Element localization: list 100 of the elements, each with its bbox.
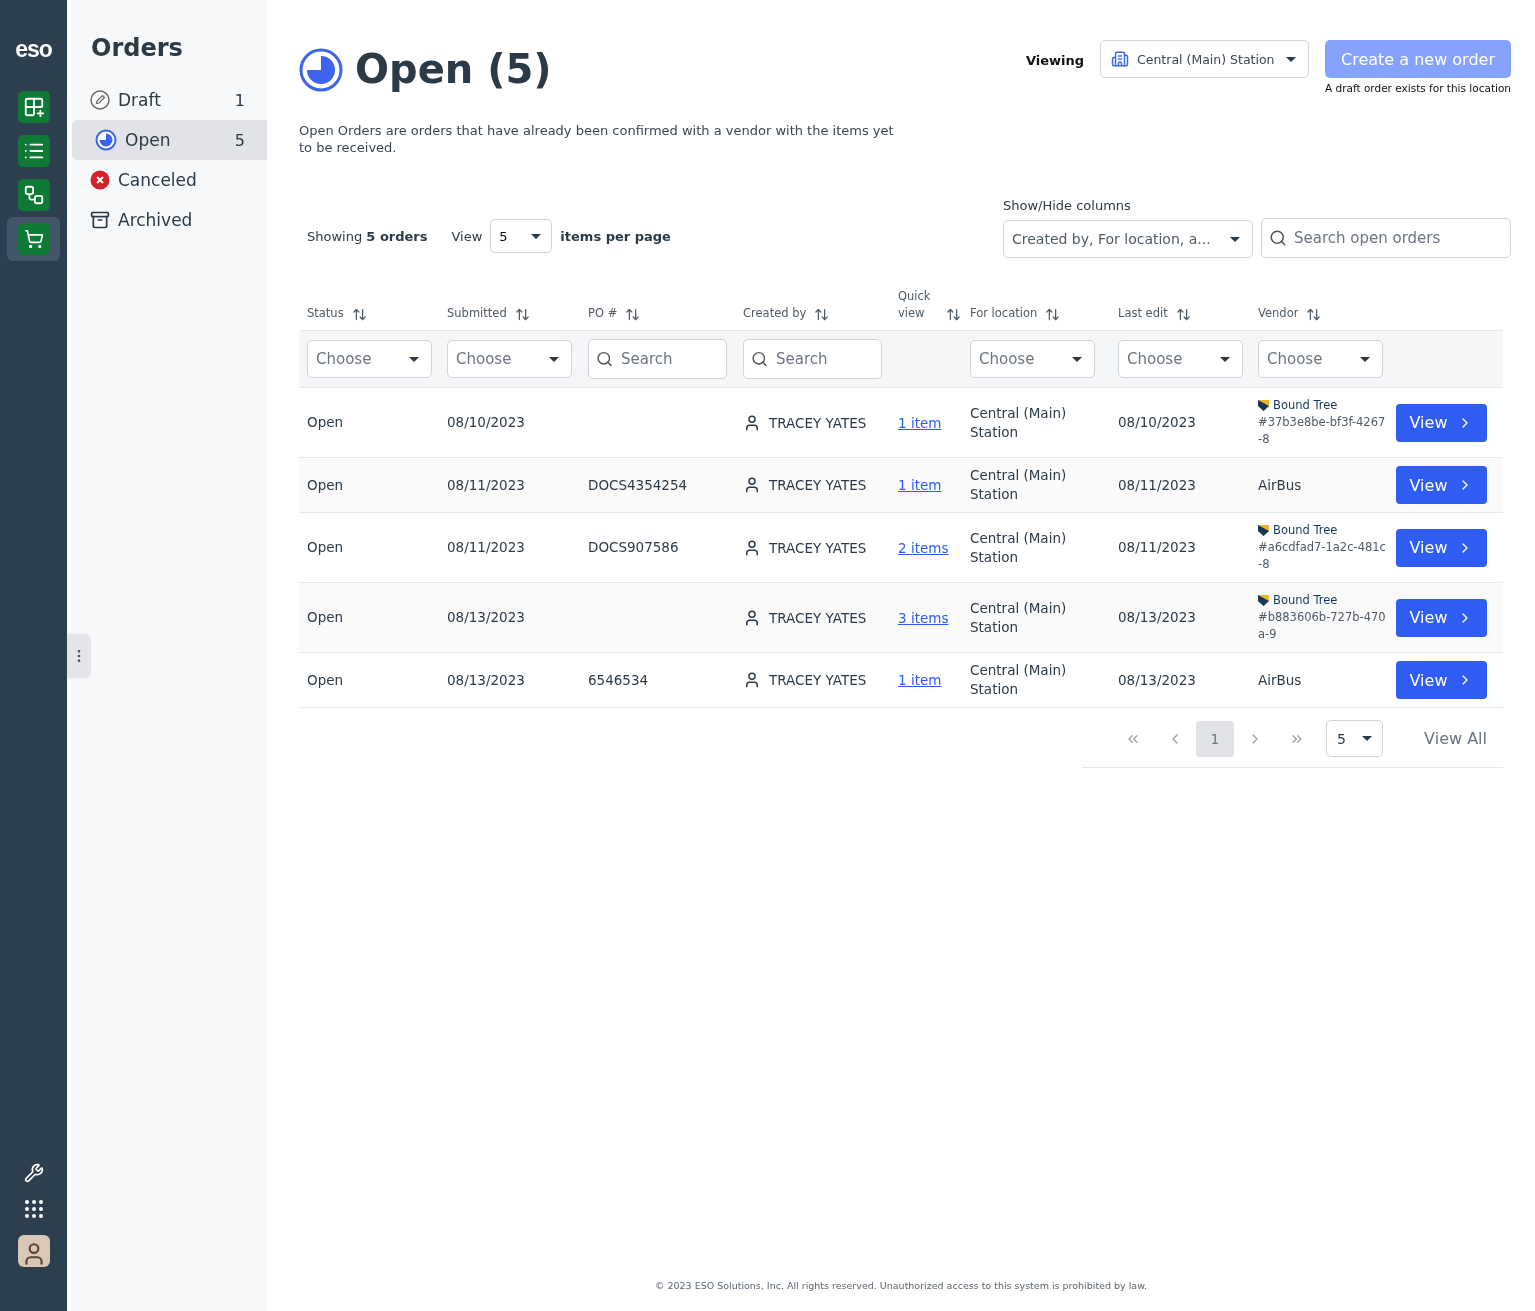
- vendor-name: Bound Tree: [1273, 592, 1338, 607]
- viewing-label: Viewing: [1025, 53, 1084, 68]
- sort-button[interactable]: [1306, 307, 1322, 322]
- po-cell-text: DOCS4354254: [587, 475, 689, 495]
- filter-select[interactable]: Choose: [307, 340, 432, 378]
- view-button[interactable]: View: [1396, 403, 1487, 442]
- shield-logo-icon: [1258, 523, 1269, 536]
- caret-icon: [1360, 356, 1370, 362]
- sort-button[interactable]: [1175, 307, 1191, 322]
- user-icon: [743, 671, 761, 689]
- creator-cell: TRACEY YATES: [769, 477, 867, 493]
- user-icon: [743, 413, 761, 432]
- vendor-id: #b883606b-727b-470a-9: [1258, 608, 1387, 643]
- column-header: Last edit: [1118, 305, 1168, 322]
- column-header: PO #: [588, 305, 618, 322]
- creator-cell: TRACEY YATES: [769, 414, 867, 431]
- status-cell-text: Open: [306, 608, 345, 627]
- showing-count: Showing 5 orders: [307, 228, 428, 244]
- vendor-name: Bound Tree: [1273, 522, 1338, 537]
- wrench-icon: [23, 1163, 44, 1183]
- po-cell-text: 6546534: [587, 670, 650, 690]
- caret-icon: [1362, 736, 1372, 741]
- status-cell-text: Open: [306, 413, 345, 432]
- sort-button[interactable]: [514, 307, 530, 322]
- page-button[interactable]: 1: [1196, 720, 1234, 757]
- column-header: Created by: [743, 305, 807, 322]
- user-icon: [743, 538, 761, 557]
- location-select[interactable]: Central (Main) Station: [1100, 40, 1309, 78]
- submitted-cell-text: 08/10/2023: [446, 413, 526, 432]
- last-edit-cell-text: 08/10/2023: [1117, 413, 1197, 432]
- status-cell-text: Open: [306, 670, 345, 690]
- column-header: For location: [970, 305, 1038, 322]
- location-cell-text: Central (Main) Station: [969, 528, 1068, 567]
- sidebar-item[interactable]: Draft 1: [72, 80, 267, 120]
- vendor-id: #37b3e8be-bf3f-4267-8: [1258, 413, 1387, 448]
- search-field[interactable]: Search open orders: [1261, 218, 1511, 258]
- filter-select[interactable]: Choose: [447, 340, 572, 378]
- view-label: View: [451, 228, 483, 244]
- vendor-cell-text: AirBus: [1257, 670, 1303, 690]
- item-count: 1: [234, 90, 245, 110]
- column-header: Quick view: [898, 288, 932, 322]
- settings-button[interactable]: [23, 1163, 44, 1183]
- quick-view-link[interactable]: 1 item: [898, 477, 942, 493]
- location-cell-text: Central (Main) Station: [969, 598, 1068, 637]
- search-icon: [751, 350, 768, 368]
- creator-cell: TRACEY YATES: [769, 672, 867, 688]
- page-size-select[interactable]: 5: [1326, 720, 1383, 757]
- quick-view-link[interactable]: 3 items: [898, 609, 949, 626]
- view-all-link[interactable]: View All: [1424, 729, 1487, 748]
- sort-button[interactable]: [351, 307, 367, 322]
- vendor-name: Bound Tree: [1273, 397, 1338, 412]
- submitted-cell-text: 08/13/2023: [446, 608, 526, 627]
- copyright-text: © 2023 ESO Solutions, Inc. All rights reserved. Unauthorized access to this system is prohibited by law.: [654, 1280, 1148, 1291]
- sort-button[interactable]: [625, 307, 641, 322]
- caret-icon: [531, 233, 542, 239]
- view-button[interactable]: View: [1396, 466, 1487, 504]
- view-button[interactable]: View: [1396, 528, 1487, 567]
- columns-select[interactable]: Created by, For location, a...: [1003, 220, 1253, 258]
- caret-icon: [409, 356, 419, 362]
- app-button[interactable]: [7, 217, 60, 261]
- quick-view-link[interactable]: 2 items: [898, 539, 949, 556]
- sort-button[interactable]: [1045, 307, 1061, 322]
- sidebar-item[interactable]: Archived: [72, 200, 267, 240]
- filter-select[interactable]: Choose: [1118, 340, 1243, 378]
- sidebar-title: Orders: [91, 34, 184, 62]
- per-page-label: items per page: [560, 228, 671, 244]
- error-icon: [90, 170, 110, 190]
- last-edit-cell-text: 08/11/2023: [1117, 538, 1197, 557]
- user-icon: [743, 476, 761, 494]
- caret-icon: [1230, 236, 1240, 242]
- user-icon: [743, 608, 761, 627]
- sort-button[interactable]: [946, 307, 961, 322]
- filter-select[interactable]: Choose: [1258, 340, 1383, 378]
- columns-label: Show/Hide columns: [1003, 198, 1132, 213]
- status-cell-text: Open: [306, 538, 345, 557]
- filter-search-field[interactable]: Search: [743, 339, 882, 379]
- collapse-handle[interactable]: [67, 634, 91, 678]
- location-cell-text: Central (Main) Station: [969, 661, 1068, 699]
- shield-logo-icon: [1258, 593, 1269, 606]
- creator-cell: TRACEY YATES: [769, 539, 867, 556]
- caret-icon: [1220, 356, 1230, 362]
- workflow-icon: [22, 184, 45, 206]
- column-header: Submitted: [447, 305, 507, 322]
- per-page-select[interactable]: 5: [490, 219, 553, 253]
- view-button[interactable]: View: [1396, 661, 1487, 699]
- view-button[interactable]: View: [1396, 598, 1487, 637]
- submitted-cell-text: 08/11/2023: [446, 475, 526, 495]
- last-edit-cell-text: 08/13/2023: [1117, 608, 1197, 627]
- item-count: 5: [234, 130, 245, 150]
- quick-view-link[interactable]: 1 item: [898, 414, 942, 431]
- sort-button[interactable]: [814, 307, 830, 322]
- sidebar-item[interactable]: Canceled: [72, 160, 267, 200]
- quick-view-link[interactable]: 1 item: [898, 672, 942, 688]
- avatar[interactable]: [17, 1235, 50, 1267]
- filter-search-field[interactable]: Search: [588, 339, 727, 379]
- po-cell-text: DOCS907586: [587, 538, 680, 557]
- archive-icon: [90, 210, 110, 230]
- filter-select[interactable]: Choose: [970, 340, 1095, 378]
- sidebar-item[interactable]: Open 5: [72, 120, 267, 160]
- column-header: Vendor: [1258, 305, 1299, 322]
